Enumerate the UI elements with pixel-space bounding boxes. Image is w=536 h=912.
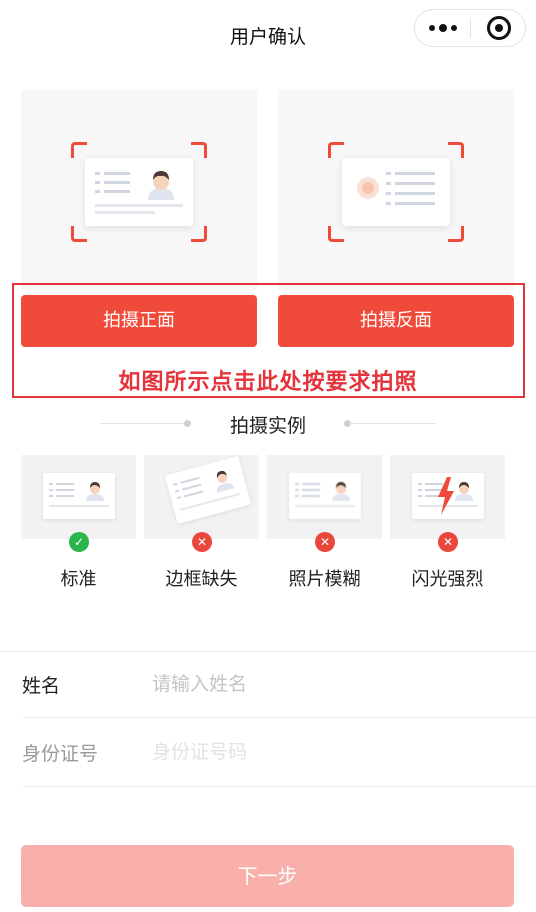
example-label: 边框缺失 <box>165 569 238 590</box>
more-menu-icon[interactable] <box>415 10 470 46</box>
example-standard <box>21 455 136 539</box>
example-image <box>267 455 382 539</box>
id-card-icon <box>289 473 361 519</box>
capsule-divider <box>470 19 471 38</box>
scan-frame <box>328 142 464 242</box>
example-label: 照片模糊 <box>288 569 361 590</box>
example-image <box>21 455 136 539</box>
next-step-button[interactable]: 下一步 <box>21 845 514 907</box>
example-flash <box>390 455 505 539</box>
id-card-front-icon <box>85 158 193 226</box>
id-card-icon <box>164 456 252 524</box>
form-divider <box>22 717 536 718</box>
scan-frame <box>71 142 207 242</box>
close-target-icon[interactable] <box>487 16 511 40</box>
form-divider <box>22 786 536 787</box>
id-number-input[interactable] <box>152 737 512 767</box>
error-x-icon: ✕ <box>315 532 335 552</box>
id-front-preview[interactable] <box>21 90 257 290</box>
id-card-back-icon <box>342 158 450 226</box>
error-x-icon: ✕ <box>438 532 458 552</box>
examples-title: 拍摄实例 <box>229 415 306 437</box>
id-number-label: 身份证号 <box>22 743 99 765</box>
example-blurry <box>267 455 382 539</box>
name-input[interactable] <box>152 669 512 699</box>
name-label: 姓名 <box>22 675 61 697</box>
id-back-preview[interactable] <box>278 90 514 290</box>
nav-bar: 用户确认 <box>0 0 536 70</box>
id-card-icon <box>412 473 484 519</box>
check-icon: ✓ <box>69 532 89 552</box>
error-x-icon: ✕ <box>192 532 212 552</box>
divider-line-right <box>350 423 436 424</box>
mini-program-capsule <box>414 9 526 47</box>
example-border-missing <box>144 455 259 539</box>
example-label: 标准 <box>60 569 97 590</box>
annotation-text: 如图所示点击此处按要求拍照 <box>118 370 418 395</box>
example-image <box>390 455 505 539</box>
example-image <box>144 455 259 539</box>
example-label: 闪光强烈 <box>411 569 484 590</box>
form-divider <box>0 651 536 652</box>
id-card-icon <box>43 473 115 519</box>
